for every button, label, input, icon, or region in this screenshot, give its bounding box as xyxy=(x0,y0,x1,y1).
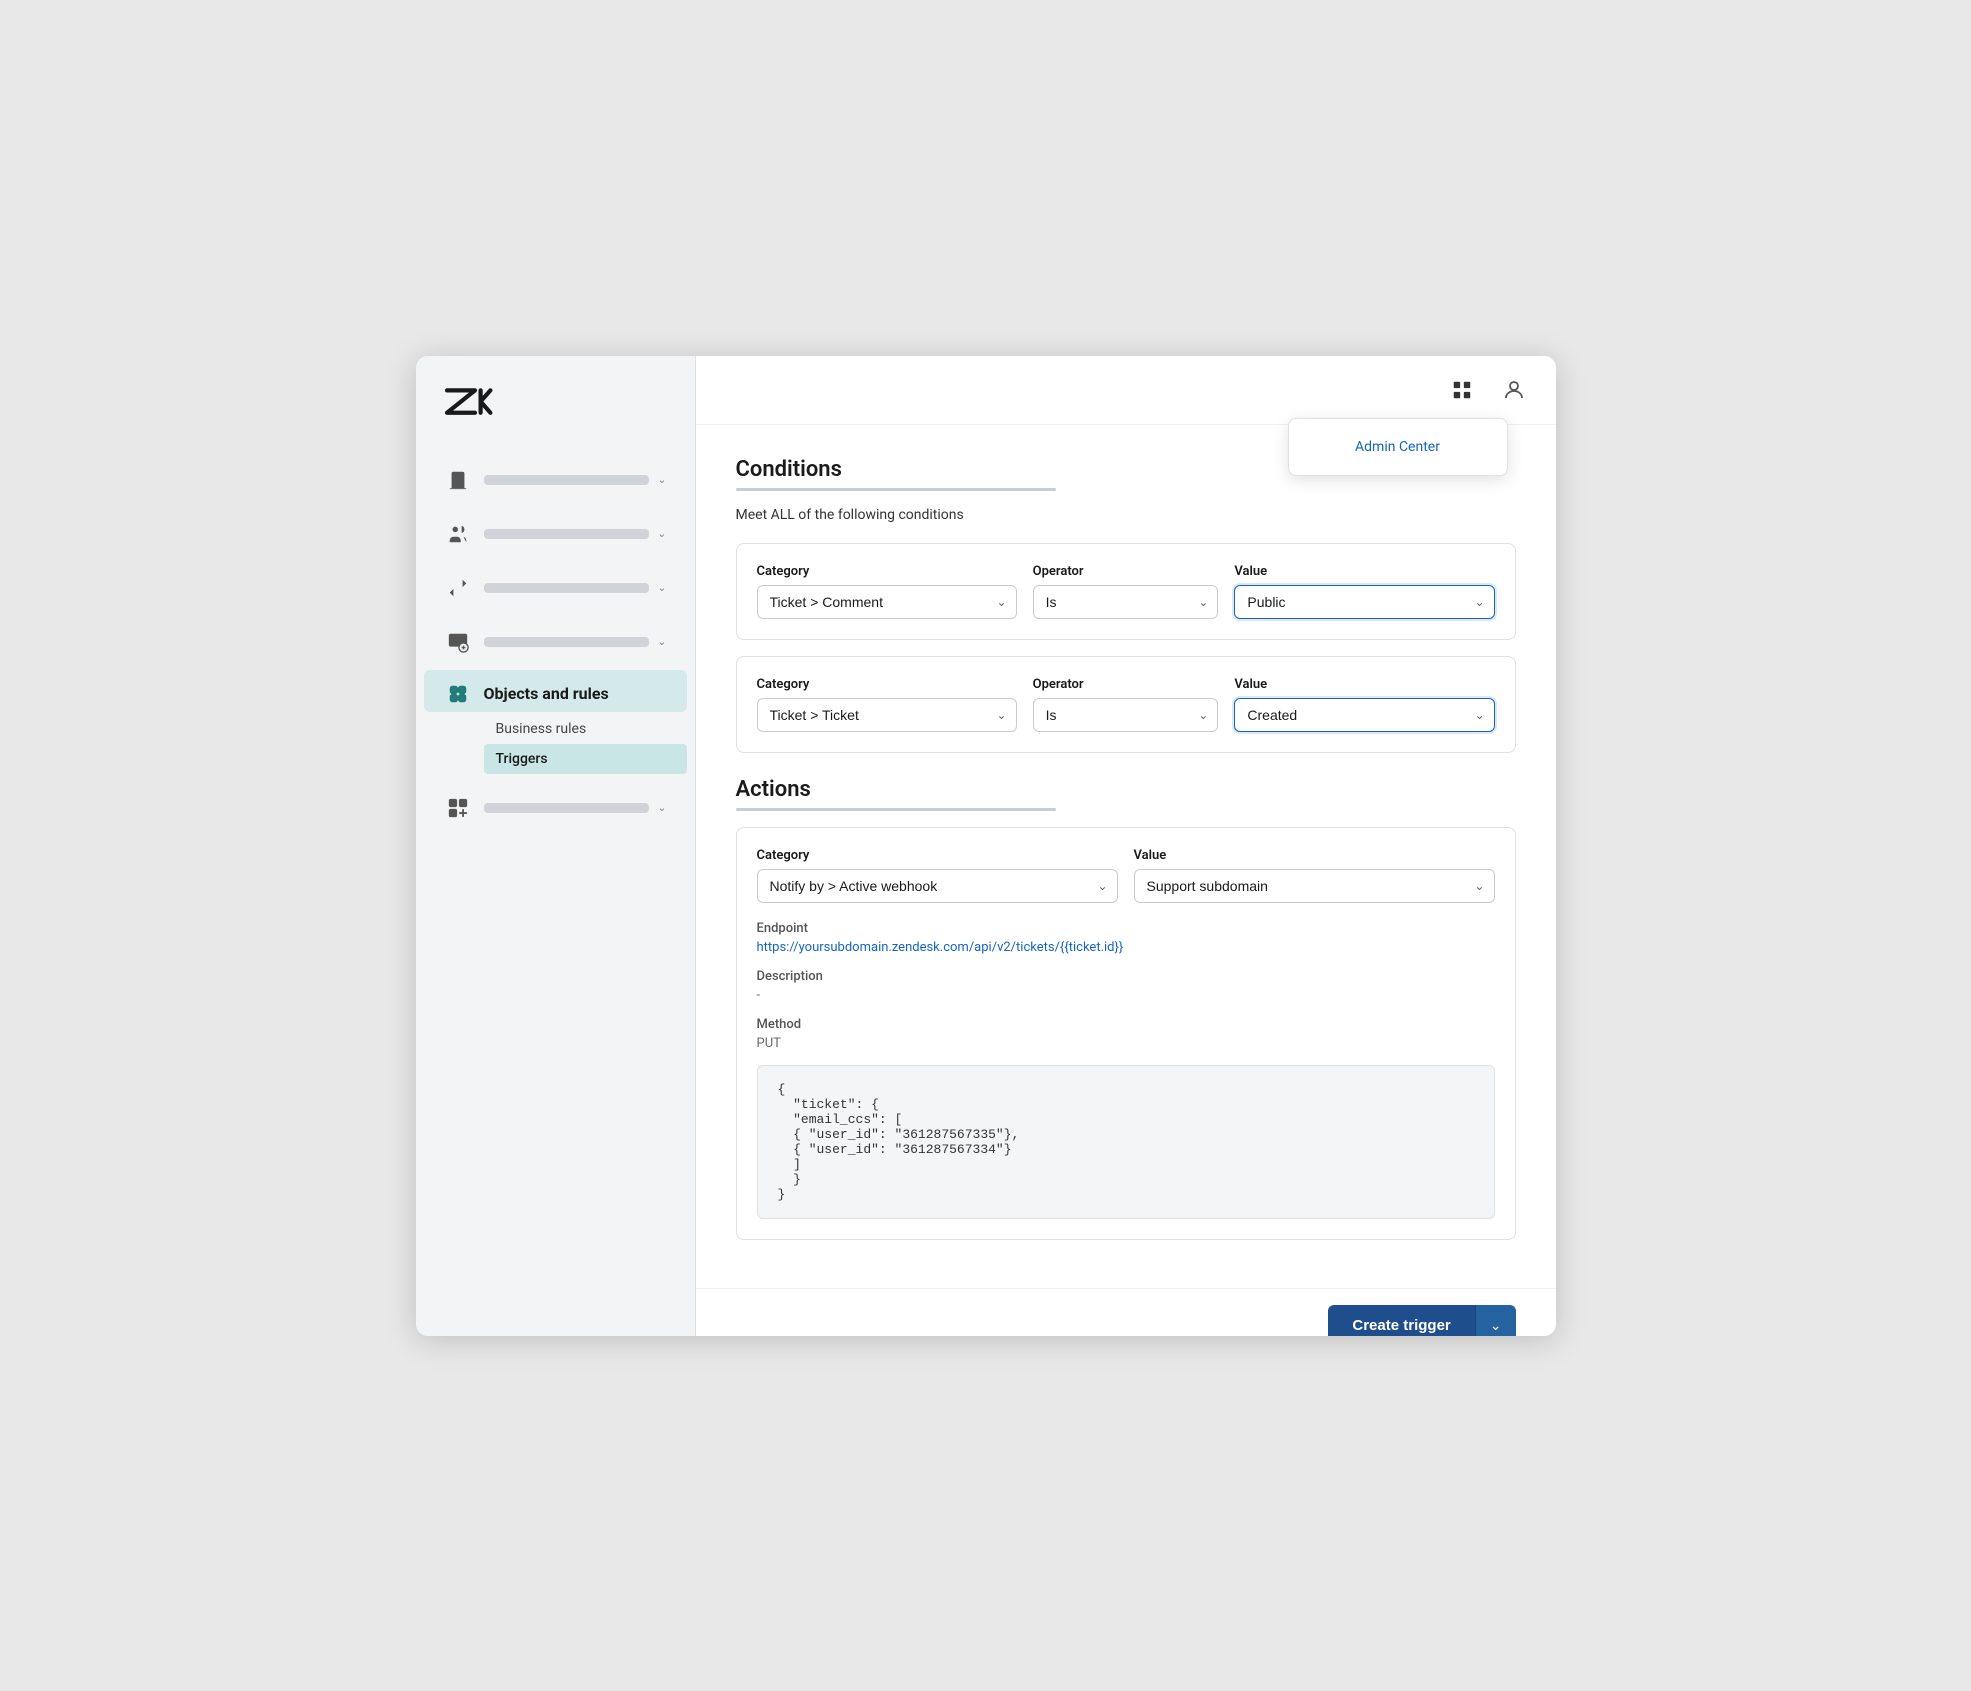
category-select-2[interactable]: Ticket > Ticket xyxy=(757,698,1017,732)
value-label-2: Value xyxy=(1234,677,1494,692)
create-trigger-button-group: Create trigger ⌄ xyxy=(1328,1305,1515,1336)
sidebar-item-company[interactable]: ⌄ xyxy=(424,454,687,506)
create-trigger-button[interactable]: Create trigger xyxy=(1328,1305,1474,1336)
building-icon xyxy=(444,466,472,494)
operator-select-1[interactable]: Is xyxy=(1033,585,1219,619)
condition-row-2: Category Ticket > Ticket ⌄ Operator xyxy=(736,656,1516,753)
nav-label-bar xyxy=(484,803,650,813)
apps-icon xyxy=(444,794,472,822)
condition-category-group-2: Category Ticket > Ticket ⌄ xyxy=(757,677,1017,732)
condition-operator-group-2: Operator Is ⌄ xyxy=(1033,677,1219,732)
nav-chevron: ⌄ xyxy=(657,473,666,486)
conditions-description: Meet ALL of the following conditions xyxy=(736,507,1516,523)
actions-title: Actions xyxy=(736,777,1516,802)
top-bar-icons xyxy=(1444,372,1532,408)
description-value: - xyxy=(757,988,1495,1003)
actions-section: Actions Category Notify by > Active webh… xyxy=(736,777,1516,1240)
bottom-bar: Create trigger ⌄ xyxy=(696,1288,1556,1336)
operator-select-wrapper-1: Is ⌄ xyxy=(1033,585,1219,619)
sub-nav-triggers[interactable]: Triggers xyxy=(484,744,687,774)
action-field-row: Category Notify by > Active webhook ⌄ Va… xyxy=(757,848,1495,903)
grid-icon-button[interactable] xyxy=(1444,372,1480,408)
conditions-divider xyxy=(736,488,1056,491)
sidebar: ⌄ ⌄ xyxy=(416,356,696,1336)
action-category-label: Category xyxy=(757,848,1118,863)
sidebar-item-people[interactable]: ⌄ xyxy=(424,508,687,560)
rules-icon xyxy=(444,680,472,708)
operator-select-wrapper-2: Is ⌄ xyxy=(1033,698,1219,732)
condition-fields-1: Category Ticket > Comment ⌄ Operator xyxy=(757,564,1495,619)
operator-label-1: Operator xyxy=(1033,564,1219,579)
top-bar: Admin Center xyxy=(696,356,1556,425)
create-trigger-dropdown-button[interactable]: ⌄ xyxy=(1475,1305,1516,1336)
admin-center-link[interactable]: Admin Center xyxy=(1289,427,1507,467)
value-select-wrapper-1: Public ⌄ xyxy=(1234,585,1494,619)
sidebar-item-workspace[interactable]: ⌄ xyxy=(424,616,687,668)
nav-label-bar xyxy=(484,637,650,647)
value-select-1[interactable]: Public xyxy=(1234,585,1494,619)
operator-select-2[interactable]: Is xyxy=(1033,698,1219,732)
profile-icon-button[interactable] xyxy=(1496,372,1532,408)
zendesk-logo xyxy=(440,384,496,424)
value-select-2[interactable]: Created xyxy=(1234,698,1494,732)
sidebar-item-objects-rules[interactable]: Objects and rules xyxy=(424,670,687,712)
action-category-select[interactable]: Notify by > Active webhook xyxy=(757,869,1118,903)
sub-nav-business-rules[interactable]: Business rules xyxy=(484,714,687,744)
value-label-1: Value xyxy=(1234,564,1494,579)
description-section: Description - xyxy=(757,969,1495,1003)
method-label: Method xyxy=(757,1017,1495,1032)
code-block: { "ticket": { "email_ccs": [ { "user_id"… xyxy=(757,1065,1495,1219)
nav-label-bar xyxy=(484,475,650,485)
category-select-1[interactable]: Ticket > Comment xyxy=(757,585,1017,619)
action-category-wrapper: Notify by > Active webhook ⌄ xyxy=(757,869,1118,903)
people-icon xyxy=(444,520,472,548)
nav-label-bar xyxy=(484,529,650,539)
condition-value-group-1: Value Public ⌄ xyxy=(1234,564,1494,619)
category-label-2: Category xyxy=(757,677,1017,692)
admin-center-dropdown: Admin Center xyxy=(1288,418,1508,476)
content-area: Conditions Meet ALL of the following con… xyxy=(696,425,1556,1288)
active-nav-label: Objects and rules xyxy=(484,684,667,703)
condition-fields-2: Category Ticket > Ticket ⌄ Operator xyxy=(757,677,1495,732)
actions-divider xyxy=(736,808,1056,811)
category-select-wrapper-1: Ticket > Comment ⌄ xyxy=(757,585,1017,619)
logo-area xyxy=(416,356,695,444)
endpoint-section: Endpoint https://yoursubdomain.zendesk.c… xyxy=(757,921,1495,955)
nav-chevron: ⌄ xyxy=(657,581,666,594)
endpoint-value: https://yoursubdomain.zendesk.com/api/v2… xyxy=(757,940,1495,955)
description-label: Description xyxy=(757,969,1495,984)
method-value: PUT xyxy=(757,1036,1495,1051)
nav-label-bar xyxy=(484,583,650,593)
operator-label-2: Operator xyxy=(1033,677,1219,692)
condition-value-group-2: Value Created ⌄ xyxy=(1234,677,1494,732)
action-value-select[interactable]: Support subdomain xyxy=(1134,869,1495,903)
value-select-wrapper-2: Created ⌄ xyxy=(1234,698,1494,732)
sidebar-nav: ⌄ ⌄ xyxy=(416,444,695,1336)
method-section: Method PUT xyxy=(757,1017,1495,1051)
nav-chevron: ⌄ xyxy=(657,527,666,540)
action-value-label: Value xyxy=(1134,848,1495,863)
conditions-section: Conditions Meet ALL of the following con… xyxy=(736,457,1516,753)
endpoint-label: Endpoint xyxy=(757,921,1495,936)
category-label-1: Category xyxy=(757,564,1017,579)
arrows-icon xyxy=(444,574,472,602)
sub-nav: Business rules Triggers xyxy=(424,714,687,774)
action-value-group: Value Support subdomain ⌄ xyxy=(1134,848,1495,903)
sidebar-item-apps[interactable]: ⌄ xyxy=(424,782,687,834)
action-card: Category Notify by > Active webhook ⌄ Va… xyxy=(736,827,1516,1240)
condition-operator-group-1: Operator Is ⌄ xyxy=(1033,564,1219,619)
category-select-wrapper-2: Ticket > Ticket ⌄ xyxy=(757,698,1017,732)
nav-chevron: ⌄ xyxy=(657,801,666,814)
nav-chevron: ⌄ xyxy=(657,635,666,648)
condition-row-1: Category Ticket > Comment ⌄ Operator xyxy=(736,543,1516,640)
main-content: Admin Center Conditions Meet ALL of the … xyxy=(696,356,1556,1336)
condition-category-group-1: Category Ticket > Comment ⌄ xyxy=(757,564,1017,619)
monitor-icon xyxy=(444,628,472,656)
action-value-wrapper: Support subdomain ⌄ xyxy=(1134,869,1495,903)
sidebar-item-channels[interactable]: ⌄ xyxy=(424,562,687,614)
action-category-group: Category Notify by > Active webhook ⌄ xyxy=(757,848,1118,903)
